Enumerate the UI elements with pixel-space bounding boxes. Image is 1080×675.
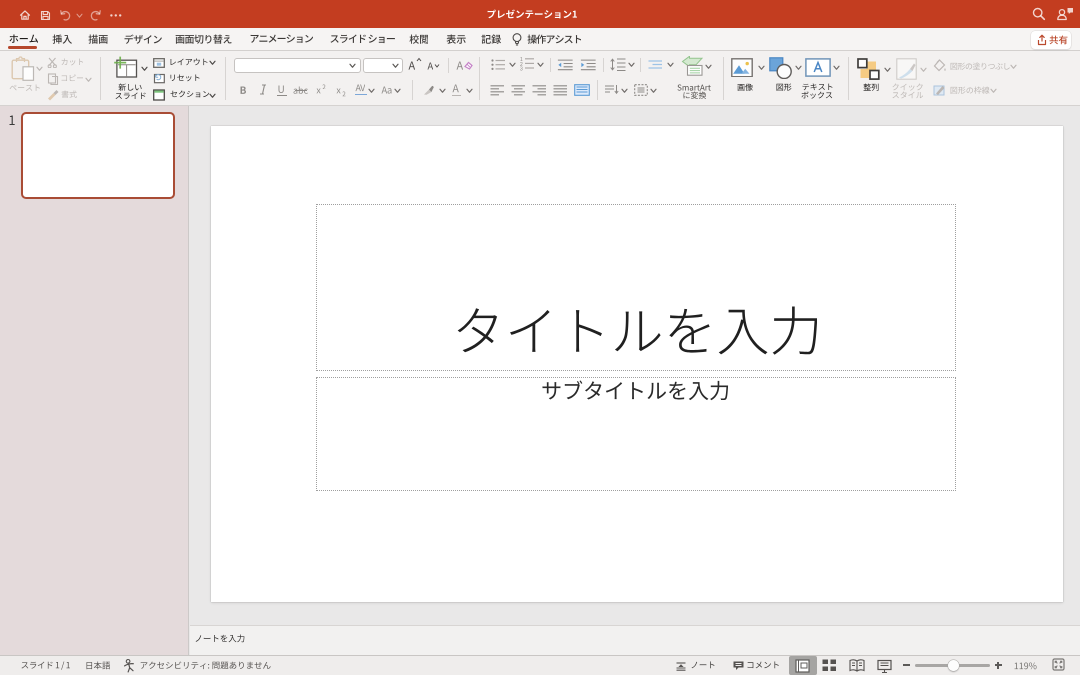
- svg-text:3: 3: [520, 67, 523, 71]
